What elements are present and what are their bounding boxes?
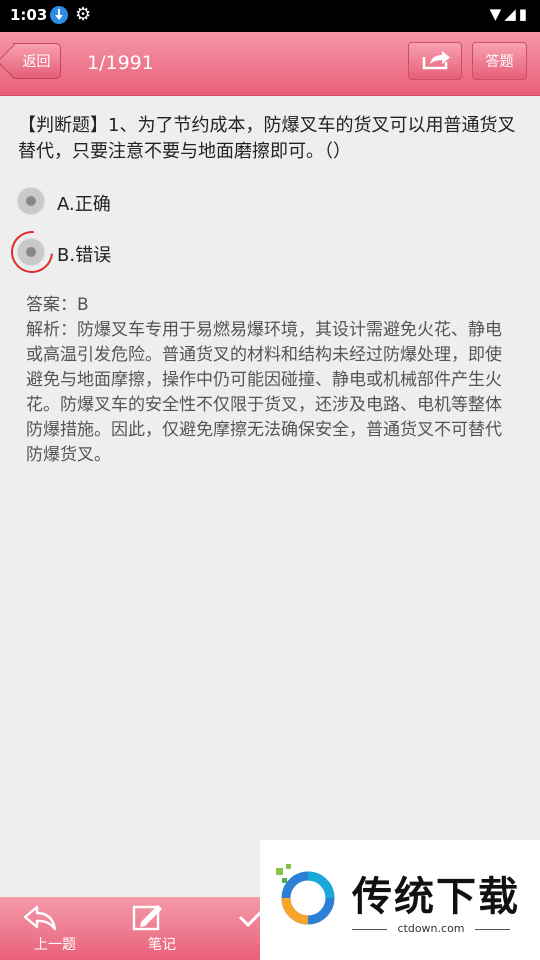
radio-icon[interactable] (17, 187, 45, 215)
watermark: 传统下载 ctdown.com (260, 840, 540, 960)
status-time: 1:03 (10, 6, 48, 24)
answer-mode-button[interactable]: 答题 (472, 42, 527, 80)
radio-icon[interactable] (17, 238, 45, 266)
back-arrow-icon (23, 905, 57, 931)
previous-question-label: 上一题 (34, 937, 76, 953)
ctdown-logo-icon (276, 864, 335, 925)
edit-note-icon (132, 905, 162, 931)
watermark-brand: 传统下载 (352, 874, 520, 920)
system-status-icons: ▼◢▮ (489, 5, 530, 23)
download-icon (50, 6, 68, 24)
back-button-label: 返回 (22, 54, 51, 70)
option-b-label: B.错误 (57, 245, 112, 266)
option-a-label: A.正确 (57, 194, 111, 215)
answer-text: 答案：B (26, 295, 89, 315)
share-icon (422, 51, 450, 70)
previous-question-button[interactable]: 上一题 (20, 901, 90, 957)
back-button[interactable]: 返回 (13, 43, 61, 79)
gear-icon: ⚙ (75, 4, 92, 25)
analysis-text: 解析：防爆叉车专用于易燃易爆环境，其设计需避免火花、静电或高温引发危险。普通货叉… (26, 320, 502, 465)
share-button[interactable] (408, 42, 462, 80)
notes-label: 笔记 (148, 937, 176, 953)
watermark-url: ctdown.com (352, 922, 510, 935)
question-text: 【判断题】1、为了节约成本，防爆叉车的货叉可以用普通货叉替代，只要注意不要与地面… (18, 115, 516, 162)
status-bar: 1:03 ⚙ ▼◢▮ (0, 0, 540, 32)
notes-button[interactable]: 笔记 (127, 901, 197, 957)
question-progress: 1/1991 (87, 52, 154, 74)
title-bar: 返回 1/1991 答题 (0, 32, 540, 96)
